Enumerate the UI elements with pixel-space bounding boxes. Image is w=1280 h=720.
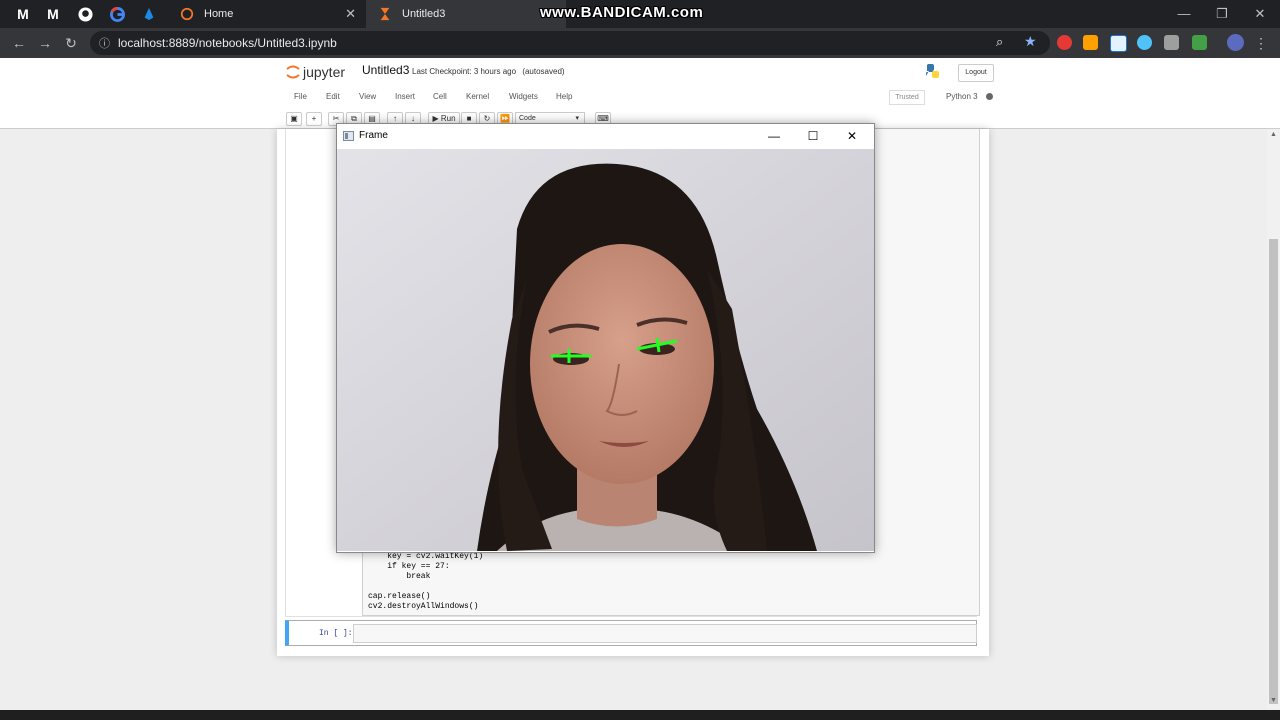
minimize-window-icon[interactable]: — [1164, 4, 1204, 24]
logout-button[interactable]: Logout [958, 64, 994, 82]
code-line: if key == 27: [368, 562, 450, 571]
close-tab-icon[interactable]: ✕ [345, 6, 356, 22]
google-icon [109, 6, 125, 22]
tab-untitled3[interactable]: Untitled3 [366, 0, 566, 28]
webcam-video [337, 149, 874, 551]
frame-close-icon[interactable]: ✕ [837, 127, 867, 145]
jupyter-logo-text[interactable]: jupyter [303, 64, 345, 80]
browser-tab-strip: M M Home ✕ Untitled3 www.BANDICAM.com — … [0, 0, 1280, 28]
frame-minimize-icon[interactable]: — [759, 127, 789, 145]
address-bar[interactable]: ⓘ localhost:8889/notebooks/Untitled3.ipy… [90, 31, 1050, 55]
jupyter-favicon-icon [180, 7, 194, 21]
scroll-down-icon[interactable]: ▼ [1270, 697, 1277, 704]
reload-icon[interactable]: ↻ [60, 33, 82, 53]
restore-window-icon[interactable]: ❐ [1202, 4, 1242, 24]
url-text: localhost:8889/notebooks/Untitled3.ipynb [118, 36, 337, 50]
input-prompt: In [ ]: [319, 629, 353, 638]
profile-avatar[interactable] [1227, 34, 1244, 51]
github-icon [77, 6, 93, 22]
extension-sheets-icon[interactable] [1192, 35, 1207, 50]
pinned-tab-label: M [17, 6, 29, 22]
code-line: cap.release() [368, 592, 431, 601]
jupyter-header: jupyter Untitled3 Last Checkpoint: 3 hou… [0, 58, 1280, 129]
extension-red-icon[interactable] [1057, 35, 1072, 50]
tab-home-label: Home [204, 8, 234, 20]
checkpoint-text: Last Checkpoint: 3 hours ago [412, 67, 517, 76]
add-cell-icon[interactable]: + [306, 112, 322, 126]
info-icon[interactable]: ⓘ [99, 35, 110, 51]
code-line: break [368, 572, 431, 581]
menu-insert[interactable]: Insert [395, 92, 415, 101]
menu-help[interactable]: Help [556, 92, 572, 101]
frame-window[interactable]: Frame — ☐ ✕ [336, 123, 875, 553]
extension-wrench-icon[interactable] [1083, 35, 1098, 50]
menu-edit[interactable]: Edit [326, 92, 340, 101]
autosaved-text: (autosaved) [522, 67, 565, 76]
pinned-tab-medium-2[interactable]: M [38, 2, 68, 26]
save-icon[interactable]: ▣ [286, 112, 302, 126]
zoom-search-icon[interactable]: ⌕ [996, 34, 1003, 50]
code-line: key = cv2.waitKey(1) [368, 552, 484, 561]
webcam-frame-image [337, 149, 874, 551]
window-app-icon [343, 131, 354, 141]
pinned-tab-medium[interactable]: M [8, 2, 38, 26]
checkpoint-status: Last Checkpoint: 3 hours ago (autosaved) [412, 67, 565, 76]
run-play-icon: ▶ [432, 114, 439, 123]
extension-window-icon[interactable] [1110, 35, 1127, 52]
os-taskbar [0, 710, 1280, 720]
cell-type-value: Code [519, 115, 536, 122]
frame-window-title: Frame [359, 130, 388, 141]
extension-gear-icon[interactable] [1137, 35, 1152, 50]
page-scrollbar[interactable]: ▲ ▼ [1267, 129, 1280, 709]
pinned-tab-label: M [47, 6, 59, 22]
notebook-title[interactable]: Untitled3 [362, 63, 409, 77]
scrollbar-thumb[interactable] [1269, 239, 1278, 704]
jupyter-logo-icon[interactable] [286, 63, 300, 81]
app-icon [144, 7, 154, 21]
browser-toolbar: ← → ↻ ⓘ localhost:8889/notebooks/Untitle… [0, 28, 1280, 58]
code-line: cv2.destroyAllWindows() [368, 602, 479, 611]
bookmark-star-icon[interactable]: ★ [1024, 33, 1037, 50]
tab-untitled3-label: Untitled3 [402, 8, 446, 20]
run-label: Run [440, 114, 456, 123]
hourglass-icon [380, 7, 390, 21]
menu-widgets[interactable]: Widgets [509, 92, 538, 101]
scroll-up-icon[interactable]: ▲ [1270, 131, 1277, 138]
pinned-tab-github[interactable] [70, 2, 100, 26]
kernel-name[interactable]: Python 3 [946, 92, 978, 101]
empty-code-cell[interactable]: In [ ]: [285, 620, 977, 646]
close-window-icon[interactable]: ✕ [1240, 4, 1280, 24]
trusted-indicator[interactable]: Trusted [889, 90, 925, 105]
pinned-tab-app[interactable] [134, 2, 164, 26]
python-logo-icon [926, 64, 939, 78]
menu-file[interactable]: File [294, 92, 307, 101]
forward-arrow-icon[interactable]: → [34, 33, 56, 53]
menu-view[interactable]: View [359, 92, 376, 101]
pinned-tab-google[interactable] [102, 2, 132, 26]
cell-input[interactable] [353, 624, 977, 643]
tab-home[interactable]: Home ✕ [168, 0, 364, 28]
extension-chart-icon[interactable] [1164, 35, 1179, 50]
menu-cell[interactable]: Cell [433, 92, 447, 101]
menu-kernel[interactable]: Kernel [466, 92, 489, 101]
kernel-status-icon [986, 93, 993, 100]
back-arrow-icon[interactable]: ← [8, 33, 30, 53]
recording-watermark: www.BANDICAM.com [540, 4, 704, 21]
frame-maximize-icon[interactable]: ☐ [798, 127, 828, 145]
browser-menu-icon[interactable]: ⋮ [1250, 33, 1272, 53]
